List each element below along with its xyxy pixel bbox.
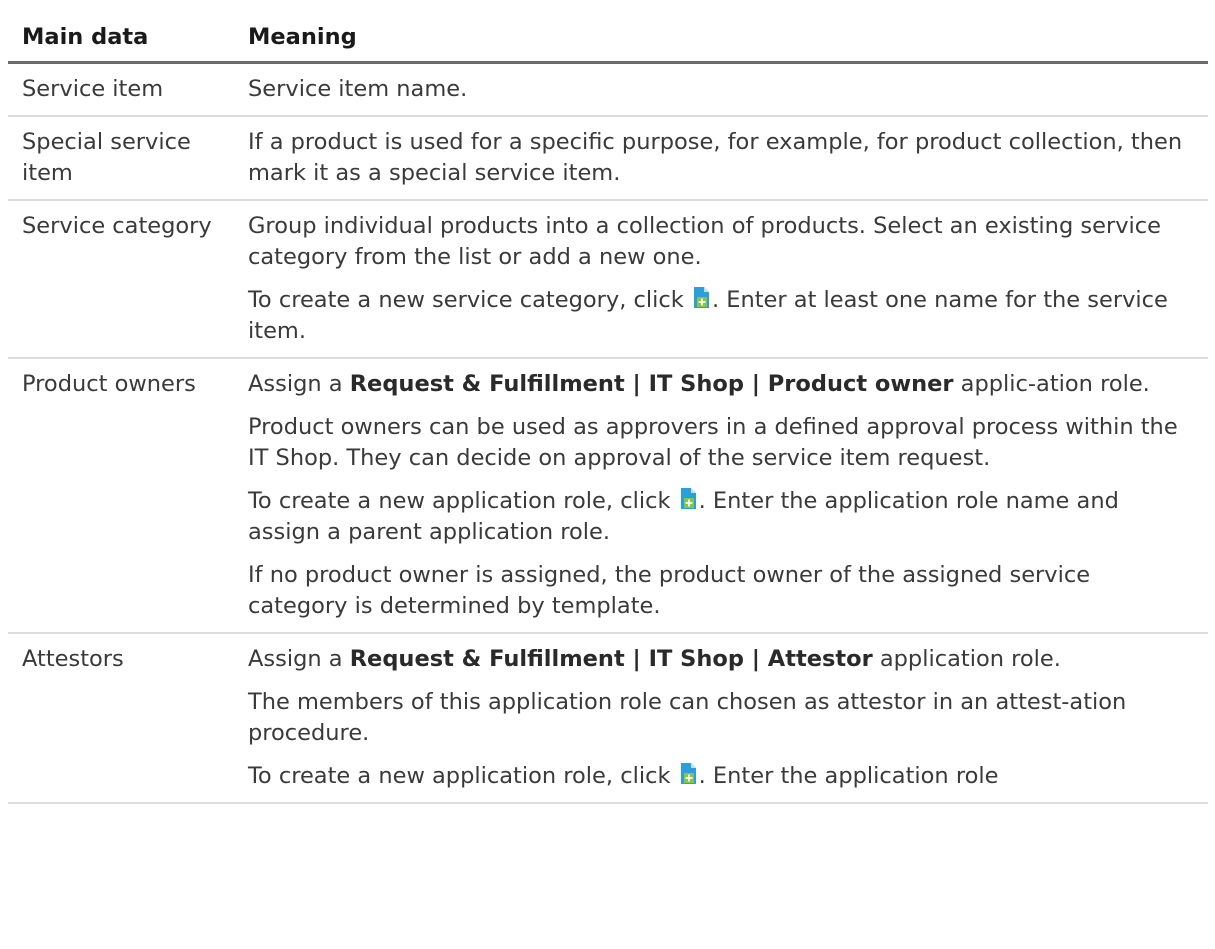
- meaning-text: To create a new service category, click: [248, 287, 691, 313]
- meaning-text: To create a new application role, click: [248, 488, 678, 514]
- meaning-text: Assign a: [248, 371, 350, 397]
- role-path-text: Request & Fulfillment | IT Shop | Attest…: [349, 646, 873, 672]
- row-meaning-cell: Group individual products into a collect…: [234, 200, 1208, 359]
- meaning-text: Group individual products into a collect…: [248, 213, 1161, 270]
- table-row: Special service item If a product is used…: [8, 116, 1208, 201]
- meaning-paragraph: Service item name.: [248, 74, 1194, 105]
- meaning-paragraph: Assign a Request & Fulfillment | IT Shop…: [248, 369, 1194, 400]
- table-row: Service category Group individual product…: [8, 200, 1208, 359]
- meaning-text: applic-ation role.: [953, 371, 1150, 397]
- add-document-icon[interactable]: [680, 488, 697, 510]
- role-path-text: Request & Fulfillment | IT Shop | Produc…: [349, 371, 954, 397]
- add-document-icon[interactable]: [693, 287, 710, 309]
- meaning-text: Product owners can be used as approvers …: [248, 414, 1178, 471]
- meaning-paragraph: Assign a Request & Fulfillment | IT Shop…: [248, 644, 1194, 675]
- meaning-text: If no product owner is assigned, the pro…: [248, 562, 1091, 619]
- meaning-text: Assign a: [248, 646, 350, 672]
- table-row: Product owners Assign a Request & Fulfill…: [8, 358, 1208, 634]
- row-meaning-cell: Assign a Request & Fulfillment | IT Shop…: [234, 633, 1208, 804]
- meaning-text: application role.: [872, 646, 1061, 672]
- add-document-icon[interactable]: [680, 763, 697, 785]
- header-meaning: Meaning: [234, 18, 1208, 64]
- row-meaning-cell: Service item name.: [234, 62, 1208, 117]
- meaning-paragraph: Group individual products into a collect…: [248, 211, 1194, 273]
- meaning-text: . Enter the application role: [698, 763, 999, 789]
- row-key-cell: Service item: [8, 62, 234, 117]
- row-key-cell: Special service item: [8, 116, 234, 201]
- meaning-paragraph: To create a new service category, click …: [248, 285, 1194, 347]
- meaning-paragraph: To create a new application role, click …: [248, 761, 1194, 792]
- table-row: Attestors Assign a Request & Fulfillment …: [8, 633, 1208, 804]
- main-data-table: Main data Meaning Service item Service it…: [8, 18, 1208, 804]
- meaning-text: Service item name.: [248, 76, 468, 102]
- meaning-paragraph: Product owners can be used as approvers …: [248, 412, 1194, 474]
- table-row: Service item Service item name.: [8, 62, 1208, 117]
- meaning-text: If a product is used for a specific purp…: [248, 129, 1183, 186]
- row-key-cell: Attestors: [8, 633, 234, 804]
- meaning-paragraph: If a product is used for a specific purp…: [248, 127, 1194, 189]
- row-meaning-cell: Assign a Request & Fulfillment | IT Shop…: [234, 358, 1208, 634]
- row-meaning-cell: If a product is used for a specific purp…: [234, 116, 1208, 201]
- meaning-text: To create a new application role, click: [248, 763, 678, 789]
- meaning-paragraph: The members of this application role can…: [248, 687, 1194, 749]
- meaning-paragraph: If no product owner is assigned, the pro…: [248, 560, 1194, 622]
- header-main-data: Main data: [8, 18, 234, 64]
- meaning-text: The members of this application role can…: [248, 689, 1127, 746]
- table-header-row: Main data Meaning: [8, 18, 1208, 64]
- row-key-cell: Service category: [8, 200, 234, 359]
- row-key-cell: Product owners: [8, 358, 234, 634]
- meaning-paragraph: To create a new application role, click …: [248, 486, 1194, 548]
